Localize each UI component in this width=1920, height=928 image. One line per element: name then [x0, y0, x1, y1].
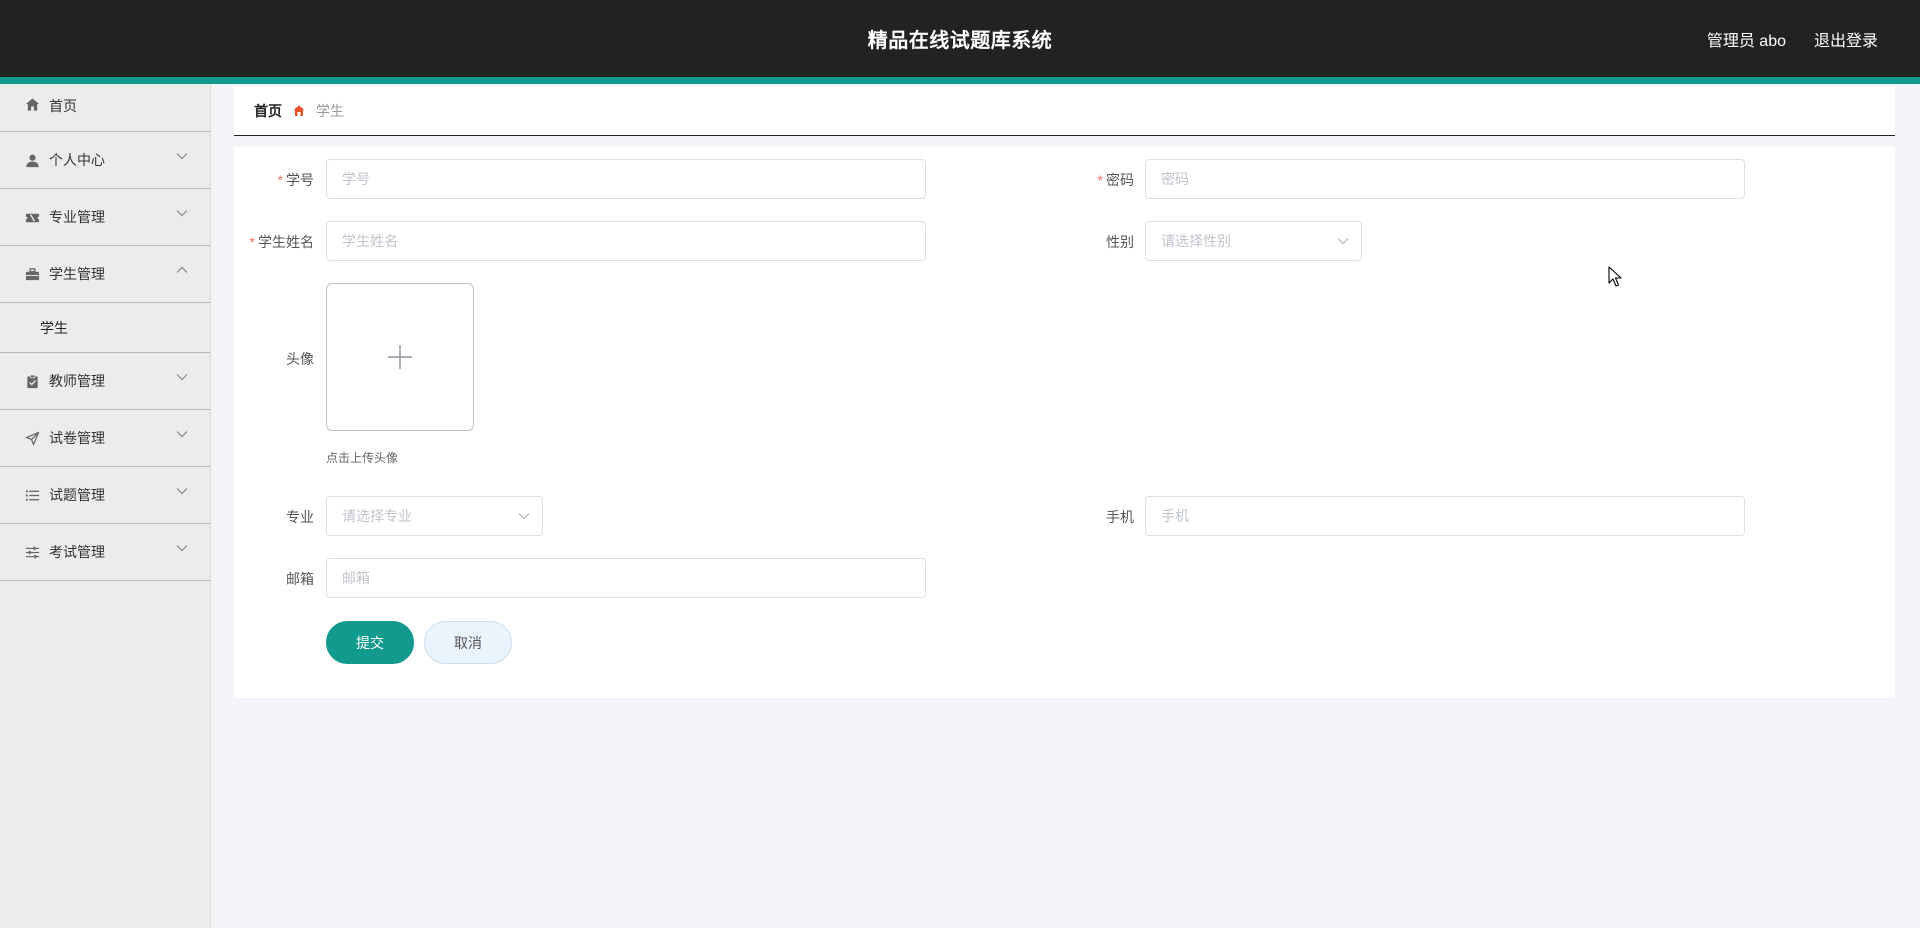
sidebar-item-label: 个人中心 [49, 152, 105, 168]
sidebar-item-label: 首页 [49, 98, 77, 114]
breadcrumb: 首页 学生 [234, 87, 1895, 136]
sidebar-item-major-management[interactable]: 专业管理 [0, 189, 210, 246]
sliders-icon [24, 544, 40, 560]
home-icon [24, 96, 40, 112]
chevron-down-icon [176, 210, 188, 217]
send-icon [24, 430, 40, 446]
chevron-down-icon [176, 488, 188, 495]
sidebar-item-home[interactable]: 首页 [0, 84, 210, 132]
chevron-down-icon [176, 374, 188, 381]
major-select-placeholder: 请选择专业 [342, 508, 412, 524]
sidebar-item-label: 教师管理 [49, 373, 105, 389]
sidebar-item-student-management[interactable]: 学生管理 [0, 246, 210, 303]
student-form: *学号 *密码 *学生姓名 性别 请选择性别 头像 点击上传头像 专业 请选择专… [234, 147, 1895, 698]
plus-icon [388, 345, 412, 369]
breadcrumb-home-link[interactable]: 首页 [254, 101, 282, 121]
sidebar-item-question-management[interactable]: 试题管理 [0, 467, 210, 524]
current-user-label: 管理员 abo [1706, 33, 1786, 50]
student-id-label: * 学号 [277, 172, 314, 188]
sidebar-item-label: 学生管理 [49, 266, 105, 282]
briefcase-icon [24, 266, 40, 282]
mouse-cursor-icon [1608, 266, 1622, 287]
app-title: 精品在线试题库系统 [867, 30, 1053, 52]
sidebar-subitem-students[interactable]: 学生 [0, 303, 210, 353]
user-icon [24, 152, 40, 168]
sidebar-item-teacher-management[interactable]: 教师管理 [0, 353, 210, 410]
gender-label: 性别 [1106, 234, 1134, 250]
chevron-down-icon [1337, 238, 1349, 245]
major-select[interactable]: 请选择专业 [326, 496, 543, 536]
email-input[interactable] [326, 558, 926, 598]
avatar-upload-box[interactable] [326, 283, 474, 431]
avatar-upload-tip: 点击上传头像 [326, 451, 399, 465]
chevron-down-icon [176, 545, 188, 552]
sidebar: 首页 个人中心 专业管理 学生管理 学生 教师管理 试卷管理 试题管理 考试管理 [0, 84, 211, 928]
list-icon [24, 487, 40, 503]
avatar-label: 头像 [286, 351, 314, 367]
breadcrumb-current: 学生 [316, 103, 344, 119]
sidebar-item-profile[interactable]: 个人中心 [0, 132, 210, 189]
chevron-down-icon [518, 513, 530, 520]
home-badge-icon [292, 104, 306, 118]
phone-label: 手机 [1106, 509, 1134, 525]
chevron-down-icon [176, 153, 188, 160]
logout-link[interactable]: 退出登录 [1814, 27, 1878, 51]
gender-select[interactable]: 请选择性别 [1145, 221, 1362, 261]
major-label: 专业 [286, 509, 314, 525]
sidebar-item-paper-management[interactable]: 试卷管理 [0, 410, 210, 467]
sidebar-item-label: 试题管理 [49, 487, 105, 503]
ticket-icon [24, 209, 40, 225]
submit-button[interactable]: 提交 [326, 621, 414, 664]
clipboard-icon [24, 373, 40, 389]
top-header: 精品在线试题库系统 管理员 abo 退出登录 [0, 0, 1920, 77]
student-id-input[interactable] [326, 159, 926, 199]
student-name-label: * 学生姓名 [249, 234, 314, 250]
sidebar-item-exam-management[interactable]: 考试管理 [0, 524, 210, 581]
password-input[interactable] [1145, 159, 1745, 199]
chevron-up-icon [176, 266, 188, 273]
sidebar-item-label: 试卷管理 [49, 430, 105, 446]
gender-select-placeholder: 请选择性别 [1161, 233, 1231, 249]
sidebar-item-label: 考试管理 [49, 544, 105, 560]
sidebar-item-label: 专业管理 [49, 209, 105, 225]
header-accent-bar [0, 77, 1920, 84]
student-name-input[interactable] [326, 221, 926, 261]
password-label: * 密码 [1097, 172, 1134, 188]
phone-input[interactable] [1145, 496, 1745, 536]
chevron-down-icon [176, 431, 188, 438]
email-label: 邮箱 [286, 571, 314, 587]
cancel-button[interactable]: 取消 [424, 621, 512, 664]
